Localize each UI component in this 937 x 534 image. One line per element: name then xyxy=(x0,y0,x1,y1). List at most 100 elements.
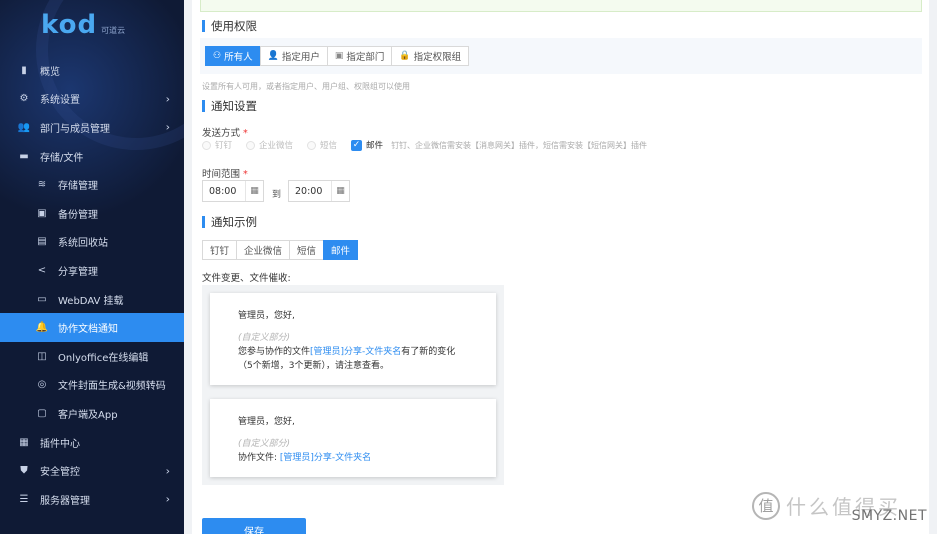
logo-text: kod xyxy=(41,10,98,40)
section-accent-bar xyxy=(202,100,205,112)
card-body-line2: （5个新增，3个更新），请注意查看。 xyxy=(238,361,389,371)
sidebar-item-label: 部门与成员管理 xyxy=(40,123,110,135)
bar-chart-icon: ▮ xyxy=(21,64,27,76)
sidebar-item-10[interactable]: ◫ Onlyoffice在线编辑 xyxy=(0,342,184,371)
method-wecom[interactable]: 企业微信 xyxy=(246,139,293,151)
perm-tab-users[interactable]: 👤 指定用户 xyxy=(259,46,328,66)
radio-icon xyxy=(246,140,256,150)
email-card-change: 管理员，您好, (自定义部分) 您参与协作的文件[管理员]分享-文件夹名有了新的… xyxy=(210,293,496,385)
trash-icon: ▤ xyxy=(37,236,47,248)
sidebar-item-1[interactable]: ⚙ 系统设置 › xyxy=(0,85,184,114)
sidebar-item-3[interactable]: ▬ 存储/文件 xyxy=(0,142,184,171)
sidebar-item-label: 概览 xyxy=(40,66,60,78)
permission-tabs: ⚇ 所有人 👤 指定用户 ▣ 指定部门 🔒 指定权限组 xyxy=(205,46,470,66)
card-custom-part: (自定义部分) xyxy=(238,333,291,343)
example-tab-email[interactable]: 邮件 xyxy=(323,240,359,260)
folder-link[interactable]: [管理员]分享-文件夹名 xyxy=(310,347,401,357)
time-range-label: 时间范围 * xyxy=(202,169,248,180)
perm-tab-department[interactable]: ▣ 指定部门 xyxy=(326,46,393,66)
sidebar-item-label: 客户端及App xyxy=(58,409,118,421)
radio-icon xyxy=(307,140,317,150)
section-accent-bar xyxy=(202,216,205,228)
department-icon: ▣ xyxy=(334,51,344,61)
send-method-options: 钉钉 企业微信 短信 ✓ 邮件 钉钉、企业微信需安装【消息网关】插件，短信需安装【… xyxy=(202,139,647,151)
section-title-notify: 通知设置 xyxy=(202,98,257,114)
section-accent-bar xyxy=(202,20,205,32)
radio-icon xyxy=(202,140,211,150)
sidebar-item-14[interactable]: ⛊ 安全管控 › xyxy=(0,456,184,485)
permission-hint: 设置所有人可用，或者指定用户、用户组、权限组可以使用 xyxy=(202,82,410,91)
sidebar-item-11[interactable]: ◎ 文件封面生成&视频转码 xyxy=(0,371,184,400)
email-card-collect: 管理员，您好, (自定义部分) 协作文件: [管理员]分享-文件夹名 xyxy=(210,399,496,477)
time-from-value: 08:00 xyxy=(209,185,237,197)
sidebar-menu: ▮ 概览 ⚙ 系统设置 › 👥 部门与成员管理 › ▬ 存储/文件 ≋ 存储管理 ▣ 备份管理 ▤ 系统回收站… xyxy=(0,56,184,514)
sidebar-item-5[interactable]: ▣ 备份管理 xyxy=(0,199,184,228)
shield-icon: ⛊ xyxy=(20,465,28,477)
time-to-label: 到 xyxy=(272,190,282,200)
sidebar-item-label: 分享管理 xyxy=(58,266,98,278)
required-mark: * xyxy=(243,128,248,139)
sidebar-item-label: 安全管控 xyxy=(40,467,80,479)
example-tabs: 钉钉 企业微信 短信 邮件 xyxy=(202,240,359,260)
sidebar-item-13[interactable]: ▦ 插件中心 xyxy=(0,428,184,457)
perm-tab-everyone[interactable]: ⚇ 所有人 xyxy=(205,46,261,66)
grid-icon: ▦ xyxy=(19,436,29,448)
time-from-input[interactable]: 08:00 ▦ xyxy=(202,180,264,202)
office-icon: ◫ xyxy=(37,350,47,362)
sidebar-item-9[interactable]: 🔔 协作文档通知 xyxy=(0,313,184,342)
method-dingtalk[interactable]: 钉钉 xyxy=(202,139,232,151)
save-button[interactable]: 保存 xyxy=(202,518,306,534)
section-title-example: 通知示例 xyxy=(202,214,257,230)
example-tab-dingtalk[interactable]: 钉钉 xyxy=(202,240,238,260)
time-to-input[interactable]: 20:00 ▦ xyxy=(288,180,350,202)
logo-subtitle: 可道云 xyxy=(101,26,126,35)
sidebar-item-4[interactable]: ≋ 存储管理 xyxy=(0,170,184,199)
sidebar-item-label: 服务器管理 xyxy=(40,495,90,507)
time-to-value: 20:00 xyxy=(295,185,323,197)
example-tab-sms[interactable]: 短信 xyxy=(289,240,325,260)
card-custom-part: (自定义部分) xyxy=(238,439,291,449)
example-label: 文件变更、文件催收: xyxy=(202,273,291,284)
server-icon: ☰ xyxy=(19,493,29,505)
card-greeting: 管理员，您好, xyxy=(238,417,295,427)
monitor-icon: ▢ xyxy=(37,407,47,419)
sidebar-item-6[interactable]: ▤ 系统回收站 xyxy=(0,228,184,257)
card-body-line: 您参与协作的文件[管理员]分享-文件夹名有了新的变化 xyxy=(238,347,456,357)
required-mark: * xyxy=(243,169,248,180)
sidebar-item-label: 存储管理 xyxy=(58,181,98,193)
share-icon: < xyxy=(37,264,47,276)
top-notice-banner xyxy=(200,0,922,12)
sidebar-item-label: Onlyoffice在线编辑 xyxy=(58,352,149,364)
sidebar-item-12[interactable]: ▢ 客户端及App xyxy=(0,399,184,428)
users-icon: 👥 xyxy=(17,121,31,133)
calendar-icon[interactable]: ▦ xyxy=(331,181,349,201)
app-logo[interactable]: kod 可道云 xyxy=(41,10,125,40)
method-note: 钉钉、企业微信需安装【消息网关】插件，短信需安装【短信网关】插件 xyxy=(391,140,648,150)
perm-tab-role-group[interactable]: 🔒 指定权限组 xyxy=(391,46,470,66)
calendar-icon[interactable]: ▦ xyxy=(245,181,263,201)
chevron-right-icon: › xyxy=(165,492,170,506)
users-icon: ⚇ xyxy=(213,51,222,61)
sidebar-item-label: 存储/文件 xyxy=(40,152,84,164)
sidebar-item-8[interactable]: ▭ WebDAV 挂载 xyxy=(0,285,184,314)
sidebar-item-label: 插件中心 xyxy=(40,438,80,450)
method-sms[interactable]: 短信 xyxy=(307,139,337,151)
database-icon: ≋ xyxy=(37,179,47,191)
gear-icon: ⚙ xyxy=(19,93,29,105)
send-method-label: 发送方式 * xyxy=(202,128,248,139)
sidebar-item-0[interactable]: ▮ 概览 xyxy=(0,56,184,85)
chevron-right-icon: › xyxy=(165,92,170,106)
sidebar-item-label: 系统设置 xyxy=(40,95,80,107)
sidebar-item-7[interactable]: < 分享管理 xyxy=(0,256,184,285)
method-email[interactable]: ✓ 邮件 xyxy=(351,139,383,151)
example-tab-wecom[interactable]: 企业微信 xyxy=(236,240,291,260)
lock-icon: 🔒 xyxy=(399,51,411,61)
folder-link[interactable]: [管理员]分享-文件夹名 xyxy=(280,453,371,463)
sidebar-item-15[interactable]: ☰ 服务器管理 › xyxy=(0,485,184,514)
folder-icon: ▬ xyxy=(19,150,29,162)
sidebar-item-2[interactable]: 👥 部门与成员管理 › xyxy=(0,113,184,142)
save-icon: ▣ xyxy=(37,207,47,219)
main-panel: 使用权限 ⚇ 所有人 👤 指定用户 ▣ 指定部门 🔒 指定权限组 设置所有人可用，或者指… xyxy=(192,0,929,534)
card-greeting: 管理员，您好, xyxy=(238,311,295,321)
bell-icon: 🔔 xyxy=(35,322,49,334)
